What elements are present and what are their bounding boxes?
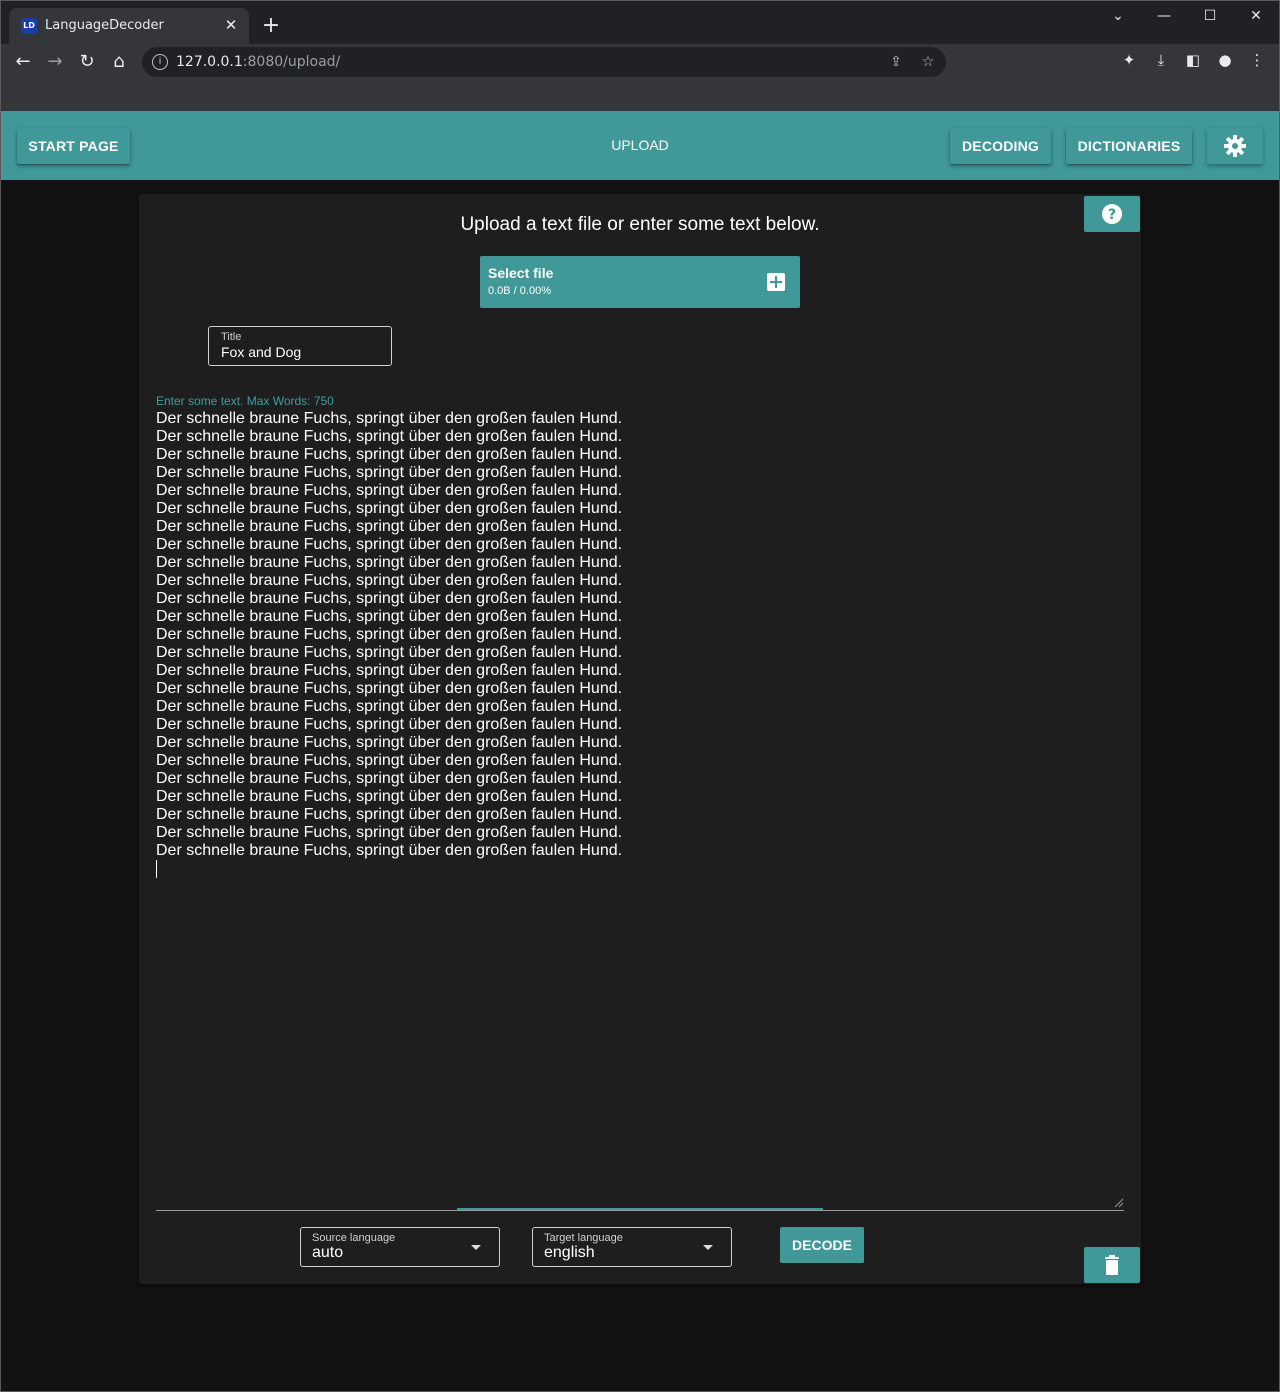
new-tab-button[interactable]: + bbox=[258, 13, 284, 39]
address-bar[interactable]: i 127.0.0.1:8080/upload/ ⇪ ☆ bbox=[142, 47, 946, 77]
text-line: Der schnelle braune Fuchs, springt über … bbox=[156, 572, 623, 589]
maximize-icon[interactable]: ☐ bbox=[1190, 6, 1230, 26]
text-line: Der schnelle braune Fuchs, springt über … bbox=[156, 752, 623, 769]
text-line: Der schnelle braune Fuchs, springt über … bbox=[156, 446, 623, 463]
close-window-icon[interactable]: ✕ bbox=[1236, 6, 1276, 26]
upload-heading: Upload a text file or enter some text be… bbox=[460, 214, 820, 235]
resize-handle-icon[interactable] bbox=[1114, 1198, 1124, 1208]
text-line: Der schnelle braune Fuchs, springt über … bbox=[156, 608, 623, 625]
browser-toolbar: ← → ↻ ⌂ i 127.0.0.1:8080/upload/ ⇪ ☆ bbox=[0, 44, 1280, 80]
text-line: Der schnelle braune Fuchs, springt über … bbox=[156, 464, 623, 481]
text-line: Der schnelle braune Fuchs, springt über … bbox=[156, 410, 623, 427]
menu-icon[interactable]: ⋮ bbox=[1245, 48, 1269, 72]
text-line: Der schnelle braune Fuchs, springt über … bbox=[156, 716, 623, 733]
gear-icon bbox=[1224, 135, 1246, 157]
text-line: Der schnelle braune Fuchs, springt über … bbox=[156, 662, 623, 679]
reload-icon[interactable]: ↻ bbox=[73, 48, 101, 76]
trash-icon bbox=[1105, 1255, 1119, 1275]
source-language-select[interactable]: Source language auto bbox=[300, 1227, 500, 1267]
title-field-value[interactable]: Fox and Dog bbox=[221, 344, 301, 360]
text-line: Der schnelle braune Fuchs, springt über … bbox=[156, 788, 623, 805]
browser-tab[interactable]: LD LanguageDecoder ✕ bbox=[9, 8, 249, 44]
dropdown-arrow-icon bbox=[703, 1245, 713, 1250]
select-file-label: Select file bbox=[488, 265, 554, 281]
tab-strip: LD LanguageDecoder ✕ + ⌄ — ☐ ✕ bbox=[0, 0, 1280, 44]
settings-button[interactable] bbox=[1207, 128, 1263, 164]
source-language-value: auto bbox=[312, 1244, 344, 1261]
text-input-label: Enter some text. Max Words: 750 bbox=[156, 394, 334, 408]
text-line: Der schnelle braune Fuchs, springt über … bbox=[156, 554, 623, 571]
text-line: Der schnelle braune Fuchs, springt über … bbox=[156, 518, 623, 535]
download-icon[interactable]: ⤓ bbox=[1149, 48, 1173, 72]
delete-button[interactable] bbox=[1084, 1247, 1140, 1283]
plus-icon bbox=[767, 273, 785, 291]
text-line: Der schnelle braune Fuchs, springt über … bbox=[156, 842, 623, 859]
text-caret bbox=[156, 860, 157, 878]
text-line: Der schnelle braune Fuchs, springt über … bbox=[156, 644, 623, 661]
text-line: Der schnelle braune Fuchs, springt über … bbox=[156, 806, 623, 823]
favicon-icon: LD bbox=[21, 18, 37, 34]
chrome-spacer bbox=[0, 80, 1280, 111]
text-line: Der schnelle braune Fuchs, springt über … bbox=[156, 428, 623, 445]
title-field[interactable]: Title Fox and Dog bbox=[208, 326, 392, 366]
text-line: Der schnelle braune Fuchs, springt über … bbox=[156, 680, 623, 697]
share-icon[interactable]: ⇪ bbox=[886, 52, 906, 72]
text-input-focus-bar bbox=[457, 1208, 823, 1210]
target-language-select[interactable]: Target language english bbox=[532, 1227, 732, 1267]
title-field-label: Title bbox=[221, 331, 242, 343]
text-line: Der schnelle braune Fuchs, springt über … bbox=[156, 482, 623, 499]
text-line: Der schnelle braune Fuchs, springt über … bbox=[156, 770, 623, 787]
sidepanel-icon[interactable]: ◧ bbox=[1181, 48, 1205, 72]
tab-title: LanguageDecoder bbox=[45, 18, 164, 33]
app-navbar: START PAGE UPLOAD DECODING DICTIONARIES bbox=[1, 111, 1279, 180]
select-file-button[interactable]: Select file 0.0B / 0.00% bbox=[480, 256, 800, 308]
dictionaries-button[interactable]: DICTIONARIES bbox=[1066, 128, 1192, 164]
star-icon[interactable]: ☆ bbox=[918, 52, 938, 72]
home-icon[interactable]: ⌂ bbox=[105, 48, 133, 76]
decoding-button[interactable]: DECODING bbox=[950, 128, 1051, 164]
text-line: Der schnelle braune Fuchs, springt über … bbox=[156, 734, 623, 751]
upload-progress: 0.0B / 0.00% bbox=[488, 285, 551, 297]
forward-icon[interactable]: → bbox=[41, 48, 69, 76]
source-language-label: Source language bbox=[312, 1232, 396, 1244]
text-input[interactable]: Der schnelle braune Fuchs, springt über … bbox=[156, 410, 1124, 1208]
close-tab-icon[interactable]: ✕ bbox=[221, 15, 241, 35]
target-language-value: english bbox=[544, 1244, 595, 1261]
text-line: Der schnelle braune Fuchs, springt über … bbox=[156, 824, 623, 841]
minimize-icon[interactable]: — bbox=[1144, 6, 1184, 26]
text-input-underline bbox=[156, 1210, 1124, 1211]
text-line: Der schnelle braune Fuchs, springt über … bbox=[156, 536, 623, 553]
dropdown-arrow-icon bbox=[471, 1245, 481, 1250]
decode-button[interactable]: DECODE bbox=[780, 1227, 864, 1263]
extensions-icon[interactable]: ✦ bbox=[1117, 48, 1141, 72]
url-text[interactable]: 127.0.0.1:8080/upload/ bbox=[176, 54, 340, 70]
back-icon[interactable]: ← bbox=[9, 48, 37, 76]
text-line: Der schnelle braune Fuchs, springt über … bbox=[156, 590, 623, 607]
browser-chrome: LD LanguageDecoder ✕ + ⌄ — ☐ ✕ ← → ↻ ⌂ i… bbox=[0, 0, 1280, 111]
text-line: Der schnelle braune Fuchs, springt über … bbox=[156, 626, 623, 643]
tab-search-icon[interactable]: ⌄ bbox=[1098, 6, 1138, 26]
text-line: Der schnelle braune Fuchs, springt über … bbox=[156, 500, 623, 517]
profile-icon[interactable]: ● bbox=[1213, 48, 1237, 72]
info-icon[interactable]: i bbox=[152, 54, 168, 70]
target-language-label: Target language bbox=[544, 1232, 623, 1244]
text-line: Der schnelle braune Fuchs, springt über … bbox=[156, 698, 623, 715]
